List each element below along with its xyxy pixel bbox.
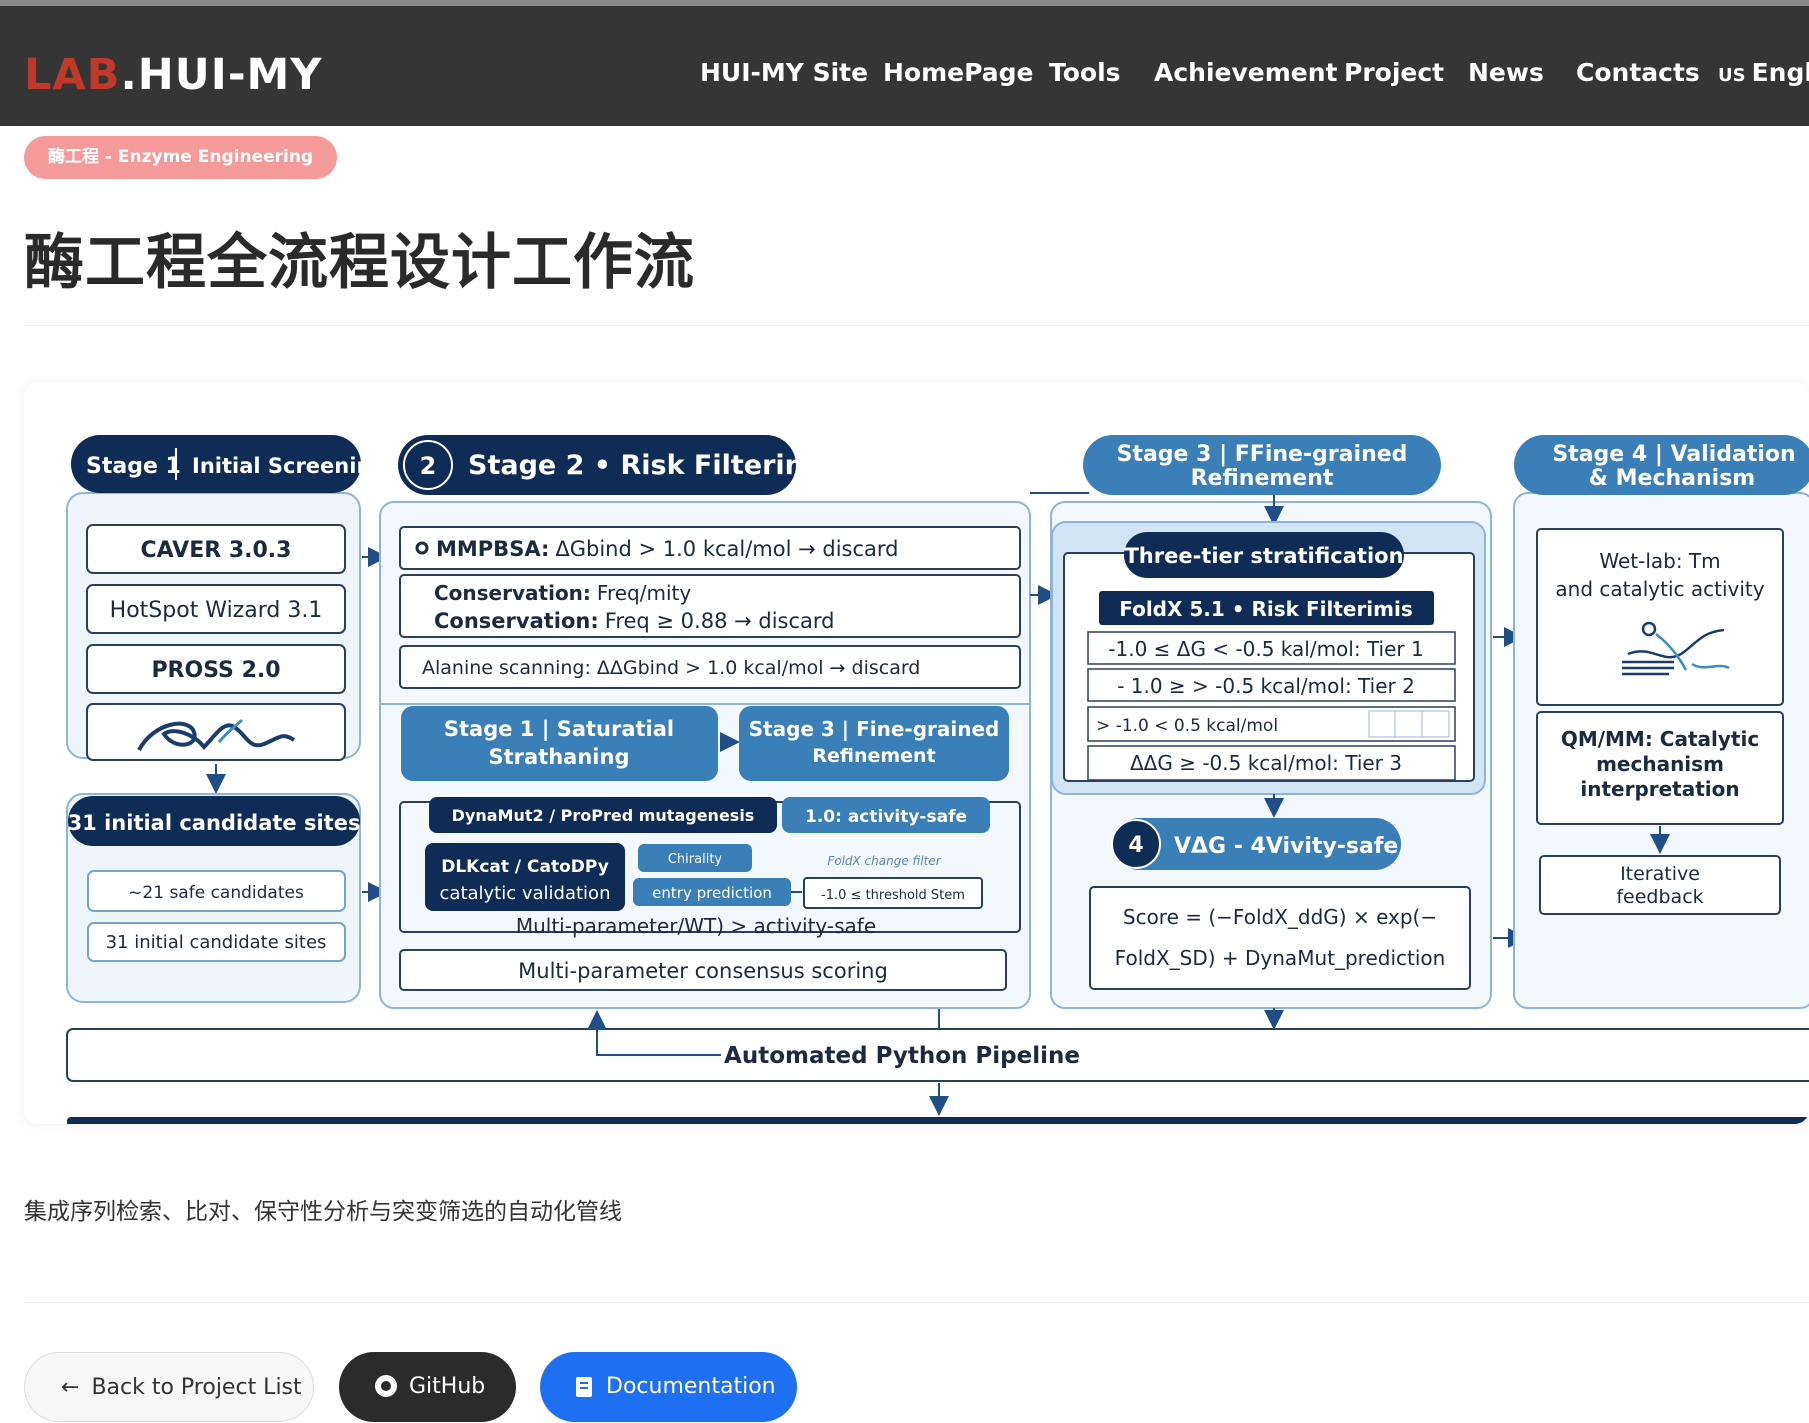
dlkcat-line2: catalytic validation (440, 883, 611, 904)
rule-mmpbsa: MMPBSA: ΔGbind > 1.0 kcal/mol → discard (436, 537, 899, 561)
nav-homepage[interactable]: HomePage (883, 58, 1033, 87)
tool-pross: PROSS 2.0 (151, 658, 280, 683)
candidate-initial: 31 initial candidate sites (106, 932, 327, 953)
chip-chirality-label: Chirality (668, 852, 723, 867)
github-button-label: GitHub (409, 1374, 486, 1399)
candidates-header-label: 31 initial candidate sites (68, 811, 361, 835)
us-flag-icon: US (1718, 65, 1746, 86)
nav-tools[interactable]: Tools (1049, 58, 1121, 87)
rule-cons-label2: Conservation: (434, 609, 599, 633)
pipeline-label: Automated Python Pipeline (724, 1043, 1080, 1069)
arrow-left-icon: ← (61, 1375, 80, 1400)
stage3-header-line2: Refinement (1191, 466, 1334, 491)
qmmm-line3: interpretation (1580, 777, 1739, 801)
nav-hui-my-site[interactable]: HUI-MY Site (700, 58, 868, 87)
rule-cons-text2: Freq ≥ 0.88 → discard (605, 609, 835, 633)
documentation-button[interactable]: Documentation (540, 1352, 797, 1422)
site-logo[interactable]: LAB.HUI-MY (24, 50, 322, 100)
nav-language[interactable]: USEnglis (1718, 58, 1809, 87)
dlkcat-line1: DLKcat / CatoDPy (441, 857, 609, 877)
stage4-pill-label: VΔG - 4Vivity-safe (1174, 834, 1398, 859)
rule-alanine: Alanine scanning: ΔΔGbind > 1.0 kcal/mol… (422, 657, 920, 679)
stage2-header-label: Stage 2 • Risk Filtering (468, 450, 823, 481)
rule-cons-line1: Conservation: Freq/mity (434, 581, 691, 605)
workflow-figure: Stage 1 Initial Screening CAVER 3.0.3 Ho… (24, 382, 1809, 1124)
sub-b-line2: Refinement (812, 745, 935, 767)
sub-a-line1: Stage 1 | Saturatial (444, 717, 674, 742)
back-to-project-list-button[interactable]: ← Back to Project List (24, 1352, 314, 1422)
rule-cons-text1: Freq/mity (597, 581, 691, 605)
figure-caption: 集成序列检索、比对、保守性分析与突变筛选的自动化管线 (24, 1199, 622, 1225)
score-box (1089, 886, 1471, 990)
threshold-label: -1.0 ≤ threshold Stem (821, 888, 965, 903)
nav-achievement[interactable]: Achievement (1154, 58, 1338, 87)
qmmm-line2: mechanism (1596, 752, 1724, 776)
dynamut-label: DynaMut2 / ProPred mutagenesis (452, 806, 755, 825)
logo-name: .HUI-MY (120, 50, 323, 100)
foldx-note: FoldX change filter (827, 854, 941, 868)
stage1-header-name: Initial Screening (192, 454, 386, 478)
candidate-safe: ~21 safe candidates (128, 883, 304, 903)
github-icon (375, 1375, 397, 1397)
stage1-header-num: Stage 1 (86, 454, 181, 479)
chip-entry-label: entry prediction (652, 884, 772, 902)
category-tag: 酶工程 - Enzyme Engineering (24, 136, 338, 179)
multi-ratio: Multi-parameter/WT) > activity-safe (516, 914, 876, 938)
rule-mmpbsa-label: MMPBSA: (436, 537, 549, 561)
wetlab-line1: Wet-lab: Tm (1599, 549, 1720, 573)
page-title: 酶工程全流程设计工作流 (24, 228, 695, 298)
tier2: - 1.0 ≥ > -0.5 kcal/mol: Tier 2 (1117, 674, 1415, 698)
sub-a-line2: Strathaning (489, 745, 630, 769)
github-button[interactable]: GitHub (339, 1352, 516, 1422)
stage2-num: 2 (420, 452, 437, 480)
nav-news[interactable]: News (1468, 58, 1544, 87)
sub-b-line1: Stage 3 | Fine-grained (749, 717, 1000, 741)
stage4-pill-num: 4 (1128, 833, 1143, 858)
qmmm-line1: QM/MM: Catalytic (1561, 727, 1759, 751)
score-line1: Score = (−FoldX_ddG) × exp(− (1123, 905, 1437, 929)
language-label: Englis (1751, 58, 1809, 87)
activity-badge-label: 1.0: activity-safe (805, 807, 967, 827)
stage4-header-line1: Stage 4 | Validation (1552, 442, 1795, 467)
tier3: ΔΔG ≥ -0.5 kcal/mol: Tier 3 (1130, 751, 1402, 775)
consensus-label: Multi-parameter consensus scoring (518, 959, 888, 983)
content-divider (24, 1302, 1809, 1303)
tier-mid: > -1.0 < 0.5 kcal/mol (1096, 716, 1278, 736)
workflow-diagram: Stage 1 Initial Screening CAVER 3.0.3 Ho… (66, 435, 1809, 1124)
feedback-line1: Iterative (1620, 863, 1700, 885)
feedback-line2: feedback (1616, 886, 1703, 908)
stratification-label: Three-tier stratification (1124, 544, 1403, 568)
tool-caver: CAVER 3.0.3 (141, 538, 292, 563)
wetlab-line2: and catalytic activity (1555, 577, 1764, 601)
nav-contacts[interactable]: Contacts (1576, 58, 1700, 87)
rule-cons-label1: Conservation: (434, 581, 591, 605)
nav-project[interactable]: Project (1344, 58, 1444, 87)
rule-cons-line2: Conservation: Freq ≥ 0.88 → discard (434, 609, 835, 633)
tool-hotspot: HotSpot Wizard 3.1 (110, 598, 323, 623)
navbar: LAB.HUI-MY HUI-MY Site HomePage Tools Ac… (0, 6, 1809, 126)
back-button-label: Back to Project List (91, 1375, 302, 1400)
stage3-header-line1: Stage 3 | FFine-grained (1117, 442, 1408, 467)
stage4-header-line2: & Mechanism (1589, 466, 1755, 491)
documentation-button-label: Documentation (606, 1374, 776, 1399)
book-icon (576, 1377, 592, 1397)
rule-mmpbsa-text: ΔGbind > 1.0 kcal/mol → discard (555, 537, 898, 561)
score-line2: FoldX_SD) + DynaMut_prediction (1115, 946, 1446, 970)
title-divider (24, 325, 1809, 326)
logo-lab: LAB (24, 50, 121, 100)
foldx-header-label: FoldX 5.1 • Risk Filterimis (1119, 597, 1413, 621)
tier1: -1.0 ≤ ΔG < -0.5 kal/mol: Tier 1 (1108, 637, 1423, 661)
